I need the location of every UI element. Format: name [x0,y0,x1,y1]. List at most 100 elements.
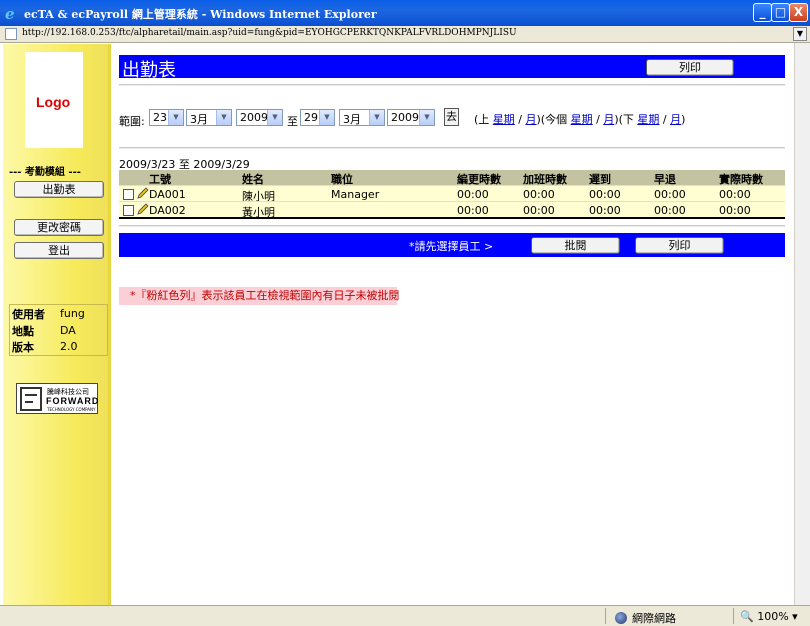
minimize-button[interactable]: _ [753,3,772,22]
zoom-level: 100% [757,610,789,623]
range-label: 範圍: [119,115,145,128]
unapproved-note: *『粉紅色列』表示該員工在檢視範圍內有日子未被批閱 [119,287,400,305]
zone-label: 網際網路 [632,612,676,625]
range-to-label: 至 [287,115,298,128]
prev-week-link[interactable]: 星期 [493,113,515,126]
to-month-value: 3月 [343,113,361,126]
change-password-button[interactable]: 更改密碼 [14,219,104,236]
user-info-key: 使用者 [12,308,45,321]
status-separator [605,608,606,624]
prev-month-link[interactable]: 月 [526,113,537,126]
page-title: 出勤表 [122,60,176,81]
date-range-row: 範圍: 23 ▼ 3月 ▼ 2009 ▼ 至 29 ▼ 3月 ▼ 2009 ▼ … [119,108,789,128]
to-year-select[interactable]: 2009 ▼ [387,109,435,126]
print-button-bottom[interactable]: 列印 [635,237,724,254]
zoom-control[interactable]: 🔍 100% ▾ [740,610,798,623]
cell-actual-hours: 00:00 [719,204,751,217]
globe-icon [615,612,627,624]
cell-actual-hours: 00:00 [719,188,751,201]
cell-ot-hours: 00:00 [523,204,555,217]
to-day-value: 29 [304,111,318,124]
next-month-link[interactable]: 月 [670,113,681,126]
chevron-down-icon: ▼ [369,110,384,125]
from-day-select[interactable]: 23 ▼ [149,109,184,126]
chevron-down-icon: ▼ [168,110,183,125]
row-checkbox[interactable] [123,189,134,200]
ie-icon: e [5,5,15,23]
user-info-key: 地點 [12,325,34,338]
user-info-key: 版本 [12,341,34,354]
company-name-en: FORWARD [46,396,100,406]
user-info-value: 2.0 [60,340,78,353]
divider [119,84,785,86]
user-info-box: 使用者 fung 地點 DA 版本 2.0 [9,304,108,356]
user-info-value: DA [60,324,76,337]
company-logo: 騰峰科技公司 FORWARD TECHNOLOGY COMPANY [16,383,98,414]
action-bar: *請先選擇員工 > 批閱 列印 [119,233,785,257]
chevron-down-icon: ▼ [216,110,231,125]
address-url[interactable]: http://192.168.0.253/ftc/alpharetail/mai… [22,28,517,38]
nav-text: / [662,113,667,126]
from-year-select[interactable]: 2009 ▼ [236,109,283,126]
chevron-down-icon: ▼ [419,110,434,125]
from-month-select[interactable]: 3月 ▼ [186,109,232,126]
chevron-down-icon[interactable]: ▾ [792,610,798,623]
zoom-icon: 🔍 [740,610,754,623]
logo: Logo [36,94,71,110]
nav-text: ) [681,113,686,126]
chevron-down-icon: ▼ [319,110,334,125]
attendance-button[interactable]: 出勤表 [14,181,104,198]
from-year-value: 2009 [240,111,268,124]
table-row[interactable]: DA002 黃小明 00:00 00:00 00:00 00:00 00:00 [119,201,785,219]
cell-shift-hours: 00:00 [457,188,489,201]
user-info-row: 地點 DA [12,323,107,339]
divider [119,147,785,149]
close-button[interactable]: X [789,3,808,22]
chevron-down-icon: ▼ [267,110,282,125]
title-bar: 出勤表 列印 [119,55,785,81]
table-row[interactable]: DA001 陳小明 Manager 00:00 00:00 00:00 00:0… [119,185,785,203]
nav-text: (上 [474,113,490,126]
vertical-scrollbar[interactable] [794,43,810,605]
logo-box: Logo [25,52,83,148]
user-info-row: 版本 2.0 [12,339,107,355]
approve-button[interactable]: 批閱 [531,237,620,254]
company-subtitle: TECHNOLOGY COMPANY [47,407,96,412]
this-month-link[interactable]: 月 [603,113,614,126]
address-bar[interactable]: http://192.168.0.253/ftc/alpharetail/mai… [0,26,810,43]
sidebar: Logo --- 考勤模組 --- 出勤表 更改密碼 登出 使用者 fung 地… [3,44,111,605]
to-year-value: 2009 [391,111,419,124]
divider [119,225,785,227]
this-week-link[interactable]: 星期 [571,113,593,126]
cell-early-leave: 00:00 [654,204,686,217]
from-day-value: 23 [153,111,167,124]
status-bar: 網際網路 🔍 100% ▾ [0,605,810,626]
next-week-link[interactable]: 星期 [637,113,659,126]
edit-pencil-icon[interactable] [137,187,149,199]
cell-late: 00:00 [589,188,621,201]
to-day-select[interactable]: 29 ▼ [300,109,335,126]
window-title: ecTA & ecPayroll 網上管理系統 - Windows Intern… [24,8,377,21]
cell-late: 00:00 [589,204,621,217]
table-header: 工號 姓名 職位 編更時數 加班時數 遲到 早退 實際時數 [119,170,785,186]
cell-name: 黃小明 [242,206,275,219]
nav-text: )(下 [614,113,634,126]
page-icon [5,28,17,40]
to-month-select[interactable]: 3月 ▼ [339,109,385,126]
edit-pencil-icon[interactable] [137,203,149,215]
cell-shift-hours: 00:00 [457,204,489,217]
select-employee-hint: *請先選擇員工 > [409,240,494,253]
maximize-button[interactable]: □ [771,3,790,22]
status-separator [733,608,734,624]
address-dropdown-icon[interactable]: ▼ [793,27,807,41]
user-info-row: 使用者 fung [12,306,107,322]
user-info-value: fung [60,307,85,320]
window-titlebar: e ecTA & ecPayroll 網上管理系統 - Windows Inte… [0,0,810,26]
go-button[interactable]: 去 [444,108,459,126]
nav-text: / [518,113,523,126]
company-logo-icon [20,387,42,411]
nav-text: )(今個 [536,113,568,126]
row-checkbox[interactable] [123,205,134,216]
print-button-top[interactable]: 列印 [646,59,734,76]
logout-button[interactable]: 登出 [14,242,104,259]
